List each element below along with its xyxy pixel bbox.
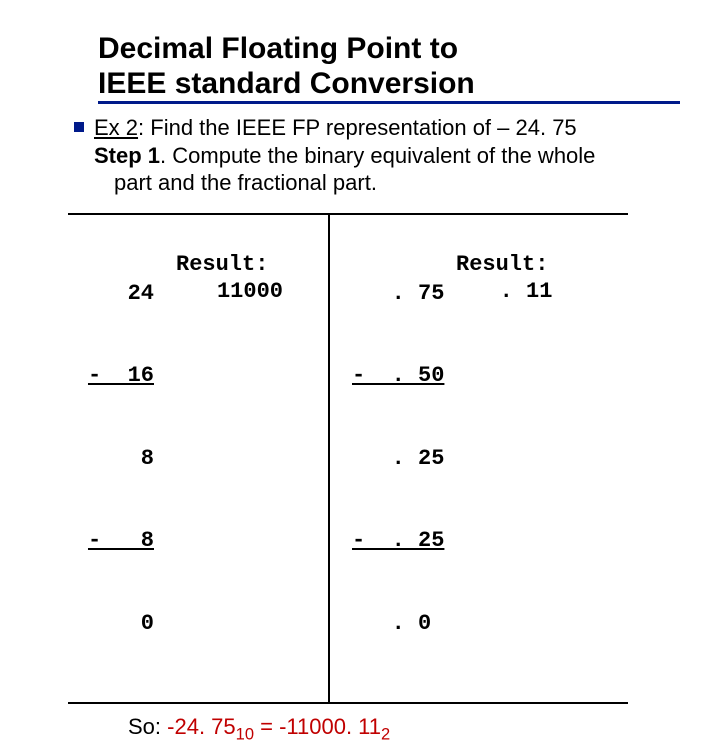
so-expr: -24. 7510 = -11000. 112 — [167, 714, 390, 739]
fn-l4: - . 25 — [352, 527, 446, 555]
slide-title: Decimal Floating Point to IEEE standard … — [98, 32, 680, 104]
wn-l2: - 16 — [78, 362, 154, 390]
so-lhs: -24. 75 — [167, 714, 236, 739]
wn-l3: 8 — [78, 445, 154, 473]
whole-result-label: Result: — [176, 251, 324, 279]
fn-l1: . 75 — [352, 280, 446, 308]
body-text: Ex 2: Find the IEEE FP representation of… — [94, 114, 595, 197]
step-text-a: . Compute the binary equivalent of the w… — [160, 143, 595, 168]
so-lsub: 10 — [236, 725, 254, 743]
step-text-b: part and the fractional part. — [114, 170, 377, 195]
fraction-result: Result: . 11 — [450, 215, 600, 703]
fn-l2: - . 50 — [352, 362, 446, 390]
fn-l5: . 0 — [352, 610, 446, 638]
bullet-icon — [74, 122, 84, 132]
fraction-result-value: . 11 — [456, 278, 596, 306]
whole-result: Result: 11000 — [158, 215, 328, 703]
so-label: So: — [128, 714, 167, 739]
title-line-2: IEEE standard Conversion — [98, 67, 475, 100]
work-row: 24 - 16 8 - 8 0 Result: 11000 . 75 - . 5… — [68, 215, 628, 703]
so-rsub: 2 — [381, 725, 390, 743]
wn-l1: 24 — [78, 280, 154, 308]
fraction-result-label: Result: — [456, 251, 596, 279]
so-eq: = — [254, 714, 279, 739]
conclusion: So: -24. 7510 = -11000. 112 — [128, 714, 680, 744]
bullet-block: Ex 2: Find the IEEE FP representation of… — [98, 114, 680, 197]
whole-part-column: 24 - 16 8 - 8 0 — [68, 215, 158, 703]
work-area: 24 - 16 8 - 8 0 Result: 11000 . 75 - . 5… — [68, 213, 628, 705]
ex-label: Ex 2 — [94, 115, 138, 140]
step-label: Step 1 — [94, 143, 160, 168]
wn-l5: 0 — [78, 610, 154, 638]
wn-l4: - 8 — [78, 527, 154, 555]
so-rhs: -11000. 11 — [279, 714, 381, 739]
slide: Decimal Floating Point to IEEE standard … — [0, 0, 720, 540]
ex-text: : Find the IEEE FP representation of – 2… — [138, 115, 577, 140]
whole-result-value: 11000 — [176, 278, 324, 306]
fn-l3: . 25 — [352, 445, 446, 473]
fraction-part-column: . 75 - . 50 . 25 - . 25 . 0 — [330, 215, 450, 703]
title-line-1: Decimal Floating Point to — [98, 32, 458, 65]
